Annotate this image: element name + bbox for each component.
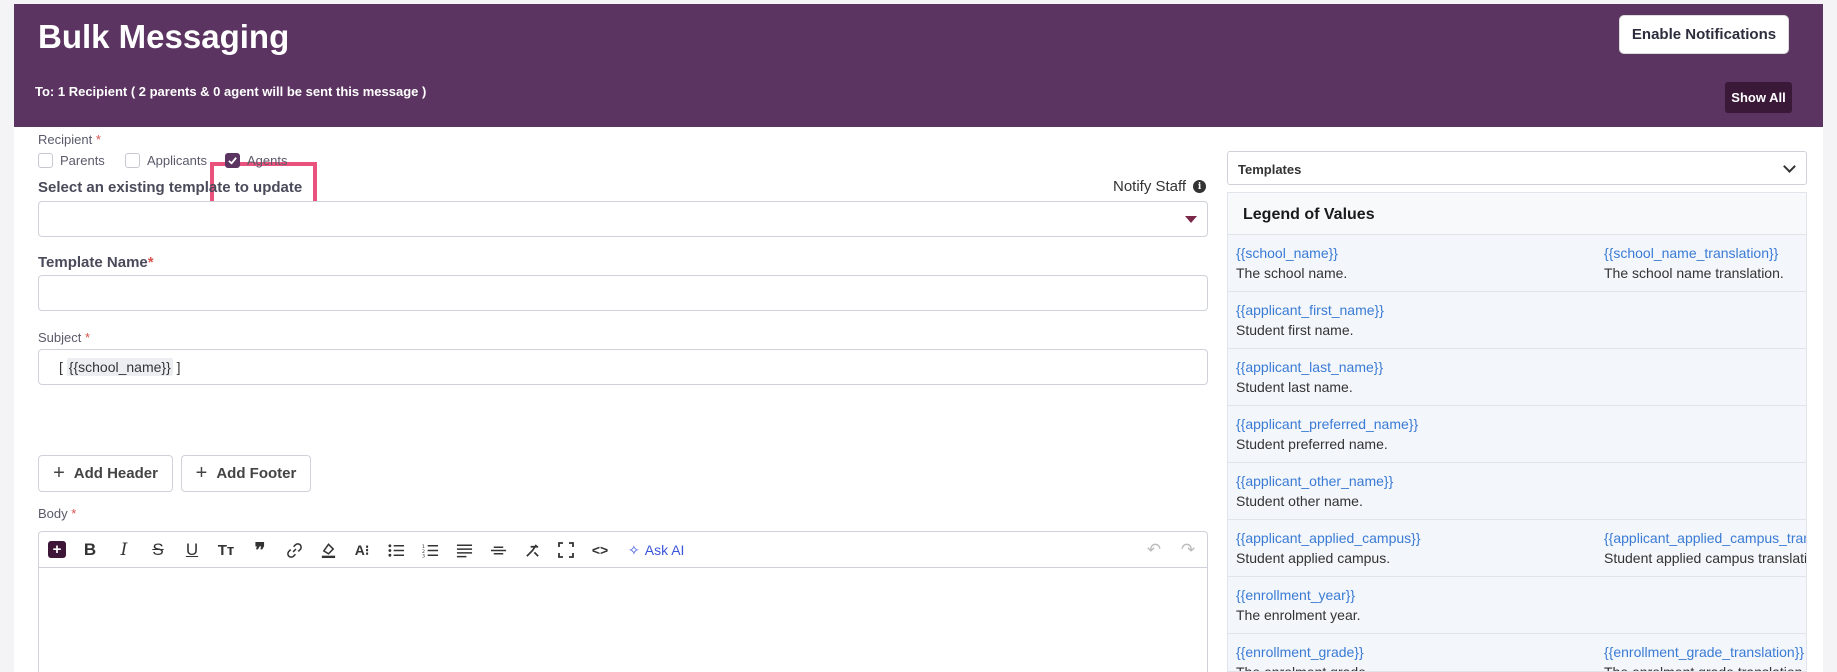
recipient-applicants-option[interactable]: Applicants [125,153,207,168]
recipient-summary: To: 1 Recipient ( 2 parents & 0 agent wi… [35,84,427,99]
legend-description: The enrolment grade. [1236,664,1370,672]
enable-notifications-button[interactable]: Enable Notifications [1619,15,1789,54]
horizontal-rule-icon[interactable] [489,540,507,560]
highlight-color-icon[interactable] [319,540,337,560]
insert-plus-icon[interactable]: + [48,541,66,558]
sparkle-icon: ✧ [628,541,640,558]
legend-row: {{enrollment_year}} The enrolment year. [1228,577,1806,634]
link-icon[interactable] [285,540,303,560]
subject-label: Subject * [38,330,91,345]
undo-icon[interactable]: ↶ [1145,540,1163,560]
add-header-label: Add Header [73,465,158,482]
italic-icon[interactable]: I [115,540,133,560]
text-size-icon[interactable]: Tт [217,540,235,560]
legend-variable[interactable]: {{applicant_applied_campus_tran [1604,530,1806,546]
legend-row: {{applicant_other_name}} Student other na… [1228,463,1806,520]
info-icon[interactable]: i [1193,180,1207,193]
plus-icon: + [195,462,208,484]
agents-checkbox[interactable] [225,153,240,168]
body-label: Body * [38,506,77,521]
fullscreen-icon[interactable] [557,540,575,560]
legend-description: The enrolment year. [1236,607,1361,623]
editor-toolbar: + B I S U Tт ❞ A⁝ 123 <> ✧ Ask AI ↶ ↷ [39,532,1207,568]
dropdown-caret-icon [1185,216,1197,223]
legend-variable[interactable]: {{applicant_preferred_name}} [1236,416,1418,432]
ask-ai-label: Ask AI [644,542,685,558]
templates-dropdown[interactable]: Templates [1227,151,1807,185]
page: Bulk Messaging To: 1 Recipient ( 2 paren… [0,0,1837,672]
recipient-parents-option[interactable]: Parents [38,153,105,168]
add-footer-button[interactable]: + Add Footer [181,455,311,492]
code-view-icon[interactable]: <> [591,540,609,560]
parents-checkbox[interactable] [38,153,53,168]
underline-icon[interactable]: U [183,540,201,560]
legend-row: {{applicant_first_name}} Student first na… [1228,292,1806,349]
legend-description: Student other name. [1236,493,1363,509]
add-footer-label: Add Footer [216,465,297,482]
show-all-button[interactable]: Show All [1725,82,1792,113]
bullet-list-icon[interactable] [387,540,405,560]
subject-input[interactable]: [ {{school_name}} ] [38,349,1208,385]
legend-row: {{enrollment_grade}} The enrolment grade.… [1228,634,1807,672]
legend-variable[interactable]: {{school_name_translation}} [1604,245,1778,261]
svg-text:3: 3 [422,553,425,557]
legend-variable[interactable]: {{applicant_first_name}} [1236,302,1384,318]
templates-panel: Templates Legend of Values {{school_name… [1227,151,1807,672]
applicants-label: Applicants [147,153,207,168]
legend-variable[interactable]: {{school_name}} [1236,245,1338,261]
template-select[interactable] [38,201,1208,237]
strikethrough-icon[interactable]: S [149,540,167,560]
select-template-label: Select an existing template to update [38,179,303,196]
numbered-list-icon[interactable]: 123 [421,540,439,560]
template-name-label: Template Name* [38,254,154,271]
redo-icon[interactable]: ↷ [1179,540,1197,560]
legend-of-values: Legend of Values {{school_name}} The scho… [1227,192,1807,672]
applicants-checkbox[interactable] [125,153,140,168]
subject-value: [ {{school_name}} ] [59,358,181,376]
bold-icon[interactable]: B [81,540,99,560]
legend-description: Student preferred name. [1236,436,1388,452]
legend-variable[interactable]: {{applicant_last_name}} [1236,359,1383,375]
legend-variable[interactable]: {{enrollment_grade}} [1236,644,1364,660]
align-icon[interactable] [455,540,473,560]
legend-description: The school name. [1236,265,1348,281]
subject-token: {{school_name}} [66,358,173,376]
agents-label: Agents [247,153,288,168]
header-bar: Bulk Messaging To: 1 Recipient ( 2 paren… [14,4,1823,127]
legend-variable[interactable]: {{applicant_applied_campus}} [1236,530,1421,546]
page-title: Bulk Messaging [38,18,290,55]
text-color-icon[interactable]: A⁝ [353,540,371,560]
clear-format-icon[interactable] [523,540,541,560]
legend-row: {{applicant_preferred_name}} Student pref… [1228,406,1806,463]
check-icon [228,157,237,165]
legend-description: The school name translation. [1604,265,1784,281]
add-header-button[interactable]: + Add Header [38,455,173,492]
ask-ai-button[interactable]: ✧ Ask AI [628,540,684,560]
legend-variable[interactable]: {{enrollment_year}} [1236,587,1355,603]
template-name-input[interactable] [38,275,1208,311]
legend-title: Legend of Values [1228,193,1806,235]
templates-label: Templates [1238,162,1302,177]
legend-description: Student applied campus translati [1604,550,1807,566]
legend-description: Student applied campus. [1236,550,1391,566]
body-editor[interactable]: + B I S U Tт ❞ A⁝ 123 <> ✧ Ask AI ↶ ↷ [38,531,1208,672]
recipient-agents-option[interactable]: Agents [225,153,287,168]
legend-description: Student first name. [1236,322,1354,338]
plus-icon: + [53,462,65,484]
legend-variable[interactable]: {{enrollment_grade_translation}} [1604,644,1804,660]
legend-row: {{applicant_last_name}} Student last name… [1228,349,1806,406]
parents-label: Parents [60,153,105,168]
legend-row: {{school_name}} The school name. {{school_… [1228,235,1806,292]
notify-staff-label: Notify Staff [1113,178,1187,195]
legend-variable[interactable]: {{applicant_other_name}} [1236,473,1393,489]
notify-staff[interactable]: Notify Staff i [1113,178,1207,195]
main-panel: Recipient * Parents Applicants Agents No… [14,127,1823,672]
legend-description: The enrolment grade translation. [1604,664,1807,672]
legend-row: {{applicant_applied_campus}} Student appl… [1228,520,1806,577]
recipient-label: Recipient * [38,132,101,147]
quote-icon[interactable]: ❞ [251,540,269,562]
chevron-down-icon [1783,160,1796,173]
legend-description: Student last name. [1236,379,1353,395]
